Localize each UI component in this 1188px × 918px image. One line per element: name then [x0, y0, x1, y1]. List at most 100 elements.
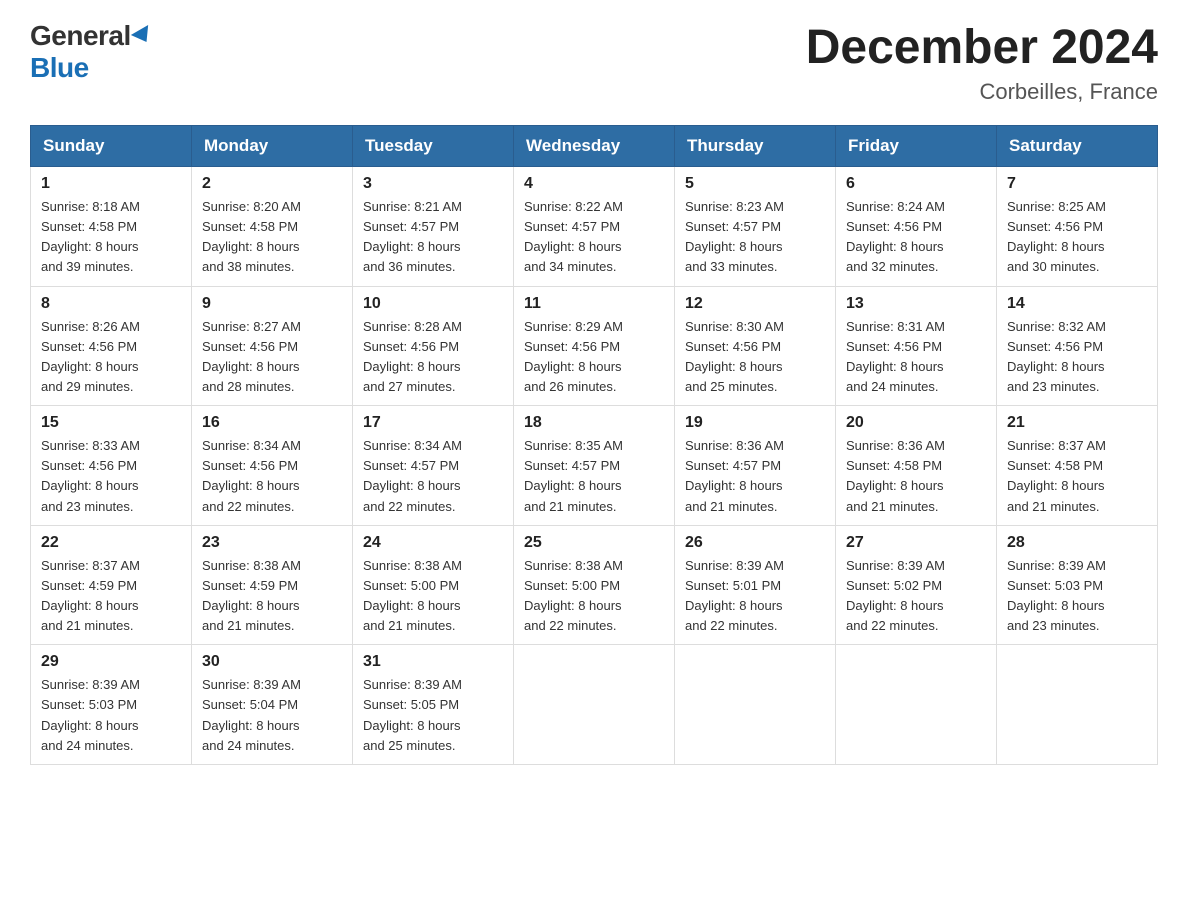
day-number: 20 [846, 414, 986, 432]
calendar-header-monday: Monday [192, 126, 353, 167]
day-number: 16 [202, 414, 342, 432]
day-info: Sunrise: 8:27 AMSunset: 4:56 PMDaylight:… [202, 317, 342, 398]
day-number: 31 [363, 653, 503, 671]
calendar-cell: 30Sunrise: 8:39 AMSunset: 5:04 PMDayligh… [192, 645, 353, 765]
calendar-cell: 24Sunrise: 8:38 AMSunset: 5:00 PMDayligh… [353, 525, 514, 645]
day-number: 3 [363, 175, 503, 193]
calendar-cell: 16 Sunrise: 8:34 AMSunset: 4:56 PMDayligh… [192, 406, 353, 526]
logo-blue: Blue [30, 52, 89, 83]
day-info: Sunrise: 8:39 AMSunset: 5:03 PMDaylight:… [1007, 556, 1147, 637]
calendar-cell: 4 Sunrise: 8:22 AMSunset: 4:57 PMDaylight… [514, 167, 675, 287]
day-number: 1 [41, 175, 181, 193]
day-info: Sunrise: 8:30 AMSunset: 4:56 PMDaylight:… [685, 317, 825, 398]
day-number: 22 [41, 534, 181, 552]
calendar-cell: 1 Sunrise: 8:18 AMSunset: 4:58 PMDaylight… [31, 167, 192, 287]
calendar-cell [997, 645, 1158, 765]
day-info: Sunrise: 8:37 AMSunset: 4:58 PMDaylight:… [1007, 436, 1147, 517]
calendar-cell: 7Sunrise: 8:25 AMSunset: 4:56 PMDaylight… [997, 167, 1158, 287]
calendar-cell: 17Sunrise: 8:34 AMSunset: 4:57 PMDayligh… [353, 406, 514, 526]
day-number: 4 [524, 175, 664, 193]
day-number: 18 [524, 414, 664, 432]
day-number: 26 [685, 534, 825, 552]
calendar-cell [836, 645, 997, 765]
day-number: 19 [685, 414, 825, 432]
day-number: 29 [41, 653, 181, 671]
day-number: 24 [363, 534, 503, 552]
day-number: 6 [846, 175, 986, 193]
day-info: Sunrise: 8:20 AMSunset: 4:58 PMDaylight:… [202, 197, 342, 278]
day-info: Sunrise: 8:39 AMSunset: 5:05 PMDaylight:… [363, 675, 503, 756]
day-info: Sunrise: 8:24 AMSunset: 4:56 PMDaylight:… [846, 197, 986, 278]
calendar-cell: 13 Sunrise: 8:31 AMSunset: 4:56 PMDayligh… [836, 286, 997, 406]
calendar-cell: 9 Sunrise: 8:27 AMSunset: 4:56 PMDaylight… [192, 286, 353, 406]
calendar-cell [675, 645, 836, 765]
calendar-cell: 6 Sunrise: 8:24 AMSunset: 4:56 PMDaylight… [836, 167, 997, 287]
subtitle: Corbeilles, France [806, 79, 1158, 105]
day-info: Sunrise: 8:34 AMSunset: 4:56 PMDaylight:… [202, 436, 342, 517]
day-info: Sunrise: 8:22 AMSunset: 4:57 PMDaylight:… [524, 197, 664, 278]
day-info: Sunrise: 8:18 AMSunset: 4:58 PMDaylight:… [41, 197, 181, 278]
calendar-cell [514, 645, 675, 765]
calendar-header-row: SundayMondayTuesdayWednesdayThursdayFrid… [31, 126, 1158, 167]
logo: General Blue [30, 20, 153, 84]
day-number: 12 [685, 295, 825, 313]
calendar-cell: 27 Sunrise: 8:39 AMSunset: 5:02 PMDayligh… [836, 525, 997, 645]
day-number: 27 [846, 534, 986, 552]
page-header: General Blue December 2024 Corbeilles, F… [30, 20, 1158, 105]
calendar-cell: 19 Sunrise: 8:36 AMSunset: 4:57 PMDayligh… [675, 406, 836, 526]
calendar-cell: 18 Sunrise: 8:35 AMSunset: 4:57 PMDayligh… [514, 406, 675, 526]
day-number: 11 [524, 295, 664, 313]
calendar-cell: 28 Sunrise: 8:39 AMSunset: 5:03 PMDayligh… [997, 525, 1158, 645]
calendar-week-3: 15Sunrise: 8:33 AMSunset: 4:56 PMDayligh… [31, 406, 1158, 526]
logo-general: General [30, 20, 131, 52]
calendar-cell: 11 Sunrise: 8:29 AMSunset: 4:56 PMDayligh… [514, 286, 675, 406]
day-info: Sunrise: 8:36 AMSunset: 4:57 PMDaylight:… [685, 436, 825, 517]
day-info: Sunrise: 8:21 AMSunset: 4:57 PMDaylight:… [363, 197, 503, 278]
day-number: 14 [1007, 295, 1147, 313]
calendar-header-thursday: Thursday [675, 126, 836, 167]
day-info: Sunrise: 8:26 AMSunset: 4:56 PMDaylight:… [41, 317, 181, 398]
calendar-cell: 31 Sunrise: 8:39 AMSunset: 5:05 PMDayligh… [353, 645, 514, 765]
calendar-cell: 23Sunrise: 8:38 AMSunset: 4:59 PMDayligh… [192, 525, 353, 645]
calendar-cell: 29Sunrise: 8:39 AMSunset: 5:03 PMDayligh… [31, 645, 192, 765]
day-number: 7 [1007, 175, 1147, 193]
day-info: Sunrise: 8:31 AMSunset: 4:56 PMDaylight:… [846, 317, 986, 398]
day-info: Sunrise: 8:39 AMSunset: 5:02 PMDaylight:… [846, 556, 986, 637]
day-info: Sunrise: 8:33 AMSunset: 4:56 PMDaylight:… [41, 436, 181, 517]
title-section: December 2024 Corbeilles, France [806, 20, 1158, 105]
calendar-week-2: 8Sunrise: 8:26 AMSunset: 4:56 PMDaylight… [31, 286, 1158, 406]
day-info: Sunrise: 8:23 AMSunset: 4:57 PMDaylight:… [685, 197, 825, 278]
day-info: Sunrise: 8:38 AMSunset: 5:00 PMDaylight:… [524, 556, 664, 637]
day-number: 30 [202, 653, 342, 671]
day-info: Sunrise: 8:37 AMSunset: 4:59 PMDaylight:… [41, 556, 181, 637]
calendar-cell: 10 Sunrise: 8:28 AMSunset: 4:56 PMDayligh… [353, 286, 514, 406]
calendar-cell: 12 Sunrise: 8:30 AMSunset: 4:56 PMDayligh… [675, 286, 836, 406]
day-info: Sunrise: 8:36 AMSunset: 4:58 PMDaylight:… [846, 436, 986, 517]
day-number: 21 [1007, 414, 1147, 432]
calendar-cell: 25Sunrise: 8:38 AMSunset: 5:00 PMDayligh… [514, 525, 675, 645]
logo-triangle-icon [131, 25, 155, 47]
day-info: Sunrise: 8:32 AMSunset: 4:56 PMDaylight:… [1007, 317, 1147, 398]
day-number: 9 [202, 295, 342, 313]
calendar-header-friday: Friday [836, 126, 997, 167]
day-info: Sunrise: 8:29 AMSunset: 4:56 PMDaylight:… [524, 317, 664, 398]
day-info: Sunrise: 8:28 AMSunset: 4:56 PMDaylight:… [363, 317, 503, 398]
day-number: 28 [1007, 534, 1147, 552]
calendar-cell: 20 Sunrise: 8:36 AMSunset: 4:58 PMDayligh… [836, 406, 997, 526]
calendar-cell: 8Sunrise: 8:26 AMSunset: 4:56 PMDaylight… [31, 286, 192, 406]
calendar-table: SundayMondayTuesdayWednesdayThursdayFrid… [30, 125, 1158, 765]
calendar-header-wednesday: Wednesday [514, 126, 675, 167]
calendar-header-sunday: Sunday [31, 126, 192, 167]
calendar-week-1: 1 Sunrise: 8:18 AMSunset: 4:58 PMDaylight… [31, 167, 1158, 287]
day-number: 23 [202, 534, 342, 552]
day-number: 10 [363, 295, 503, 313]
day-number: 5 [685, 175, 825, 193]
calendar-cell: 3 Sunrise: 8:21 AMSunset: 4:57 PMDaylight… [353, 167, 514, 287]
day-number: 2 [202, 175, 342, 193]
day-number: 13 [846, 295, 986, 313]
calendar-header-tuesday: Tuesday [353, 126, 514, 167]
page-title: December 2024 [806, 20, 1158, 75]
day-info: Sunrise: 8:35 AMSunset: 4:57 PMDaylight:… [524, 436, 664, 517]
calendar-week-5: 29Sunrise: 8:39 AMSunset: 5:03 PMDayligh… [31, 645, 1158, 765]
calendar-cell: 22 Sunrise: 8:37 AMSunset: 4:59 PMDayligh… [31, 525, 192, 645]
